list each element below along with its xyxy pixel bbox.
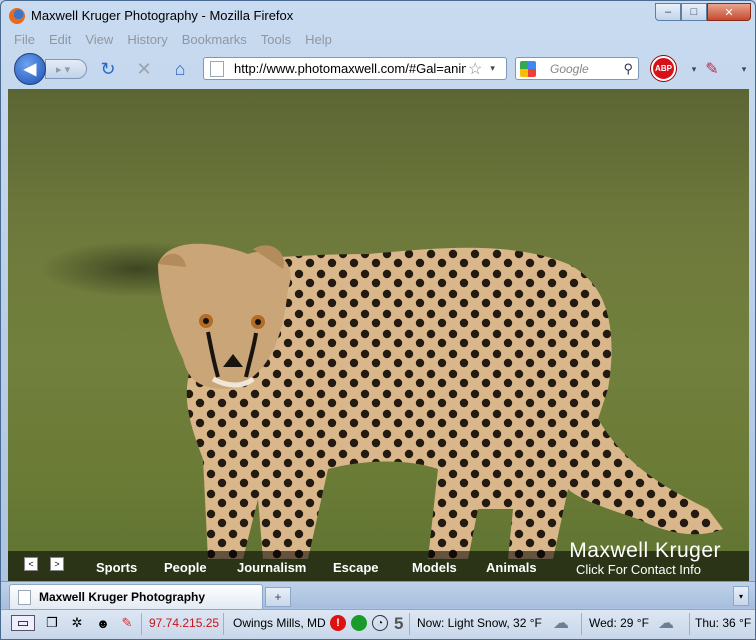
- browser-window: Maxwell Kruger Photography - Mozilla Fir…: [0, 0, 756, 640]
- address-bar[interactable]: http://www.photomaxwell.com/#Gal=anim ☆ …: [203, 57, 507, 80]
- clock-icon[interactable]: ◔: [372, 615, 388, 631]
- screen-icon[interactable]: ▭: [11, 615, 35, 631]
- menu-history[interactable]: History: [120, 32, 174, 50]
- menu-view[interactable]: View: [78, 32, 120, 50]
- notepad-icon[interactable]: ✎: [701, 58, 723, 80]
- alert-icon[interactable]: !: [330, 615, 346, 631]
- status-bar: ▭ ❐ ✲ ☻ ✎ 97.74.215.25 Owings Mills, MD …: [1, 609, 755, 639]
- location-text: Owings Mills, MD: [233, 616, 326, 630]
- gallery-link-journalism[interactable]: Journalism: [237, 560, 306, 575]
- monkey-icon[interactable]: ☻: [94, 615, 112, 631]
- photographer-name: Maxwell Kruger: [569, 539, 721, 562]
- wed-cloud-icon[interactable]: ☁: [651, 615, 681, 632]
- gallery-link-animals[interactable]: Animals: [486, 560, 537, 575]
- search-bar[interactable]: Google ⚲: [515, 57, 639, 80]
- title-bar: Maxwell Kruger Photography - Mozilla Fir…: [1, 1, 755, 31]
- forward-button[interactable]: ▸ ▾: [45, 59, 87, 79]
- minimize-button[interactable]: –: [655, 3, 681, 21]
- search-icon[interactable]: ⚲: [623, 61, 633, 77]
- copy-page-icon[interactable]: ❐: [43, 615, 61, 631]
- toolbar-overflow-icon[interactable]: ▾: [733, 58, 755, 80]
- thu-weather-text: Thu: 36 °F: [695, 616, 752, 630]
- menu-edit[interactable]: Edit: [42, 32, 78, 50]
- tab-page-icon: [18, 589, 31, 605]
- now-weather-text: Now: Light Snow, 32 °F: [417, 616, 542, 630]
- bookmark-star-icon[interactable]: ☆: [468, 59, 482, 79]
- tab-label: Maxwell Kruger Photography: [39, 590, 206, 604]
- cheetah-photo: [158, 243, 724, 559]
- reload-icon[interactable]: ↻: [97, 58, 119, 80]
- menu-tools[interactable]: Tools: [254, 32, 298, 50]
- gallery-link-people[interactable]: People: [164, 560, 207, 575]
- maximize-button[interactable]: □: [681, 3, 707, 21]
- back-arrow-icon: ◀: [23, 61, 37, 78]
- navigation-toolbar: ▸ ▾ ◀ ↻ ✕ ⌂ http://www.photomaxwell.com/…: [1, 51, 755, 87]
- gallery-link-models[interactable]: Models: [412, 560, 457, 575]
- google-engine-icon[interactable]: [520, 60, 536, 77]
- wed-weather-text: Wed: 29 °F: [589, 616, 649, 630]
- window-title: Maxwell Kruger Photography - Mozilla Fir…: [31, 8, 294, 23]
- bug-icon[interactable]: ✲: [68, 615, 86, 631]
- close-button[interactable]: ✕: [707, 3, 751, 21]
- firefox-logo-icon: [9, 8, 25, 24]
- adblock-plus-icon[interactable]: ABP: [651, 56, 676, 81]
- menu-bar: File Edit View History Bookmarks Tools H…: [7, 32, 339, 50]
- url-text[interactable]: http://www.photomaxwell.com/#Gal=anim: [234, 61, 466, 76]
- menu-file[interactable]: File: [7, 32, 42, 50]
- menu-bookmarks[interactable]: Bookmarks: [175, 32, 254, 50]
- back-button[interactable]: ◀: [14, 53, 46, 85]
- ip-address: 97.74.215.25: [149, 616, 220, 630]
- tab-list-dropdown-icon[interactable]: ▾: [733, 586, 749, 606]
- forward-arrow-icon: ▸ ▾: [56, 63, 71, 76]
- tab-bar: Maxwell Kruger Photography + ▾: [1, 581, 755, 609]
- search-input[interactable]: Google: [550, 62, 623, 76]
- menu-help[interactable]: Help: [298, 32, 339, 50]
- green-status-icon[interactable]: [351, 615, 367, 631]
- gallery-link-sports[interactable]: Sports: [96, 560, 137, 575]
- notes-icon[interactable]: ✎: [118, 615, 136, 631]
- next-image-button[interactable]: >: [50, 557, 64, 571]
- contact-info-link[interactable]: Click For Contact Info: [576, 562, 701, 577]
- stop-icon[interactable]: ✕: [133, 58, 155, 80]
- url-dropdown-icon[interactable]: ▾: [490, 63, 495, 74]
- tab-active[interactable]: Maxwell Kruger Photography: [9, 584, 263, 609]
- page-content: < > Sports People Journalism Escape Mode…: [8, 89, 749, 581]
- prev-image-button[interactable]: <: [24, 557, 38, 571]
- counter-badge: 5: [394, 614, 404, 633]
- home-icon[interactable]: ⌂: [169, 58, 191, 80]
- gallery-link-escape[interactable]: Escape: [333, 560, 379, 575]
- new-tab-button[interactable]: +: [265, 587, 291, 607]
- page-icon: [210, 60, 224, 77]
- snow-cloud-icon[interactable]: ☁: [549, 615, 573, 632]
